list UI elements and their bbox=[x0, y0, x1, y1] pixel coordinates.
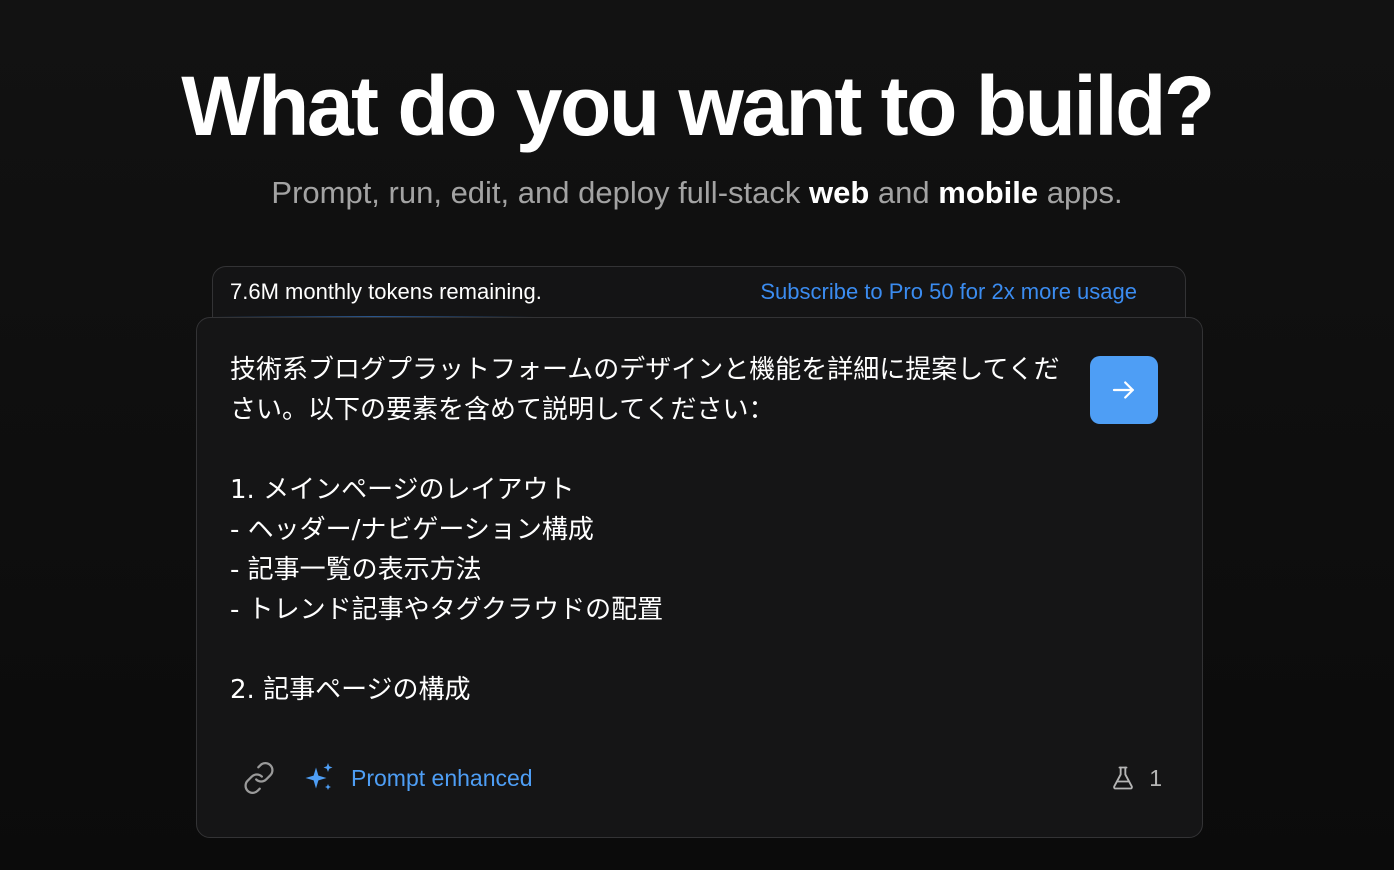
flask-icon bbox=[1113, 766, 1134, 790]
send-button[interactable] bbox=[1090, 356, 1158, 424]
prompt-enhance-button[interactable]: Prompt enhanced bbox=[301, 756, 533, 800]
arrow-right-icon bbox=[1112, 381, 1134, 399]
subtitle-mobile: mobile bbox=[938, 175, 1039, 210]
experiments-button[interactable]: 1 bbox=[1109, 756, 1162, 800]
subscribe-pro-link[interactable]: Subscribe to Pro 50 for 2x more usage bbox=[760, 279, 1137, 305]
page-subtitle: Prompt, run, edit, and deploy full-stack… bbox=[0, 172, 1394, 214]
tokens-remaining-text: 7.6M monthly tokens remaining. bbox=[230, 279, 542, 304]
page-title: What do you want to build? bbox=[181, 59, 1215, 153]
sparkles-icon bbox=[305, 763, 333, 790]
subtitle-web: web bbox=[809, 175, 870, 210]
prompt-toolbar: Prompt enhanced 1 bbox=[237, 756, 1162, 800]
subtitle-suffix: apps. bbox=[1038, 175, 1123, 210]
prompt-input[interactable]: 技術系ブログプラットフォームのデザインと機能を詳細に提案してください。以下の要素… bbox=[230, 350, 1075, 720]
attach-button[interactable] bbox=[237, 756, 281, 800]
prompt-enhanced-label: Prompt enhanced bbox=[351, 764, 533, 791]
subtitle-prefix: Prompt, run, edit, and deploy full-stack bbox=[271, 175, 809, 210]
prompt-card: 技術系ブログプラットフォームのデザインと機能を詳細に提案してください。以下の要素… bbox=[196, 317, 1203, 838]
subtitle-and: and bbox=[869, 175, 939, 210]
link-icon bbox=[244, 762, 274, 794]
experiments-count: 1 bbox=[1149, 764, 1162, 791]
page: What do you want to build? Prompt, run, … bbox=[0, 0, 1394, 870]
